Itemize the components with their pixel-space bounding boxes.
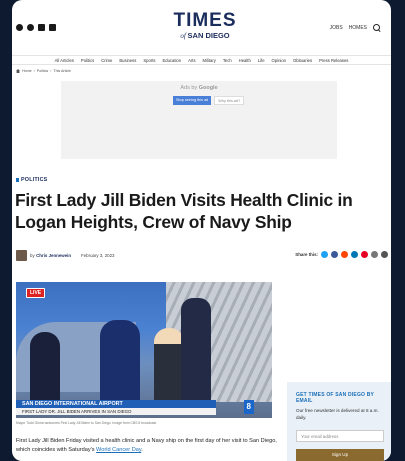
twitter-share-icon[interactable]: [321, 251, 328, 258]
body-text: First Lady Jill Biden Friday visited a h…: [16, 438, 277, 453]
logo-of: of: [180, 32, 186, 40]
email-input[interactable]: Your email address: [296, 430, 384, 442]
nav-item-obituaries[interactable]: Obituaries: [293, 58, 312, 63]
page-frame: TIMES of SAN DIEGO JOBS HOMES All Articl…: [12, 0, 391, 461]
reddit-share-icon[interactable]: [341, 251, 348, 258]
byline-by: by: [30, 252, 35, 258]
nav-item-life[interactable]: Life: [258, 58, 265, 63]
main-nav: All Articles Politics Crime Business Sports E…: [12, 55, 391, 65]
lower-third-title: SAN DIEGO INTERNATIONAL AIRPORT: [16, 400, 216, 408]
social-links: [16, 24, 56, 31]
article-photo[interactable]: LIVE SAN DIEGO INTERNATIONAL AIRPORT FIR…: [16, 282, 272, 418]
rss-icon[interactable]: [49, 24, 56, 31]
why-ad-button[interactable]: Why this ad?: [214, 96, 245, 105]
nav-item-health[interactable]: Health: [239, 58, 251, 63]
newsletter-heading: GET TIMES OF SAN DIEGO BY EMAIL: [296, 392, 374, 404]
stop-ad-button[interactable]: Stop seeing this ad: [173, 96, 212, 105]
twitter-icon[interactable]: [27, 24, 34, 31]
newsletter-text: Our free newsletter is delivered at 8 a.…: [296, 408, 379, 420]
site-header: TIMES of SAN DIEGO JOBS HOMES: [12, 0, 391, 48]
ad-title: Ads by Google: [61, 85, 337, 91]
site-logo[interactable]: TIMES: [167, 10, 243, 32]
nav-item-sports[interactable]: Sports: [143, 58, 155, 63]
top-links: JOBS HOMES: [330, 24, 381, 32]
ad-buttons: Stop seeing this ad Why this ad?: [173, 96, 245, 105]
body-end: .: [141, 447, 143, 453]
article-body: First Lady Jill Biden Friday visited a h…: [16, 437, 278, 455]
pinterest-share-icon[interactable]: [361, 251, 368, 258]
facebook-share-icon[interactable]: [331, 251, 338, 258]
nav-item-opinion[interactable]: Opinion: [272, 58, 286, 63]
breadcrumb-home[interactable]: Home: [22, 69, 32, 73]
person-figure: [181, 298, 211, 414]
print-share-icon[interactable]: [381, 251, 388, 258]
breadcrumb-separator: ›: [50, 69, 52, 73]
category-label[interactable]: POLITICS: [16, 177, 47, 183]
publish-date: February 3, 2023: [81, 252, 115, 258]
photo-caption: Mayor Todd Gloria welcomes First Lady Ji…: [16, 421, 157, 425]
ad-prefix: Ads by: [180, 85, 198, 91]
ad-slot: Ads by Google Stop seeing this ad Why th…: [61, 81, 337, 159]
newsletter-box: GET TIMES OF SAN DIEGO BY EMAIL Our free…: [287, 382, 391, 461]
byline: by Chris Jennewein February 3, 2023 Shar…: [16, 249, 388, 261]
nav-item-press-releases[interactable]: Press Releases: [319, 58, 348, 63]
nav-item-arts[interactable]: Arts: [188, 58, 195, 63]
share-bar: Share this:: [295, 251, 388, 258]
category-marker: [16, 178, 19, 182]
search-icon[interactable]: [373, 24, 381, 32]
breadcrumb: Home › Politics › This Article: [16, 69, 71, 73]
share-label: Share this:: [295, 252, 318, 257]
breadcrumb-politics[interactable]: Politics: [37, 69, 48, 73]
jobs-link[interactable]: JOBS: [330, 25, 343, 31]
nav-item-crime[interactable]: Crime: [101, 58, 112, 63]
lower-third-subtitle: FIRST LADY DR. JILL BIDEN ARRIVES IN SAN…: [16, 408, 216, 415]
channel-logo: 8: [243, 400, 254, 414]
live-badge: LIVE: [26, 288, 46, 298]
article-headline: First Lady Jill Biden Visits Health Clin…: [15, 190, 353, 232]
email-share-icon[interactable]: [371, 251, 378, 258]
author-link[interactable]: Chris Jennewein: [36, 253, 71, 258]
nav-item-politics[interactable]: Politics: [81, 58, 94, 63]
breadcrumb-separator: ›: [33, 69, 35, 73]
nav-item-business[interactable]: Business: [119, 58, 136, 63]
category-text: POLITICS: [21, 177, 48, 183]
author-avatar: [16, 249, 27, 261]
signup-button[interactable]: Sign Up: [296, 449, 384, 461]
nav-item-education[interactable]: Education: [162, 58, 181, 63]
ad-brand: Google: [198, 85, 218, 91]
nav-item-military[interactable]: Military: [203, 58, 216, 63]
homes-link[interactable]: HOMES: [349, 25, 367, 31]
nav-item-all-articles[interactable]: All Articles: [55, 58, 74, 63]
facebook-icon[interactable]: [16, 24, 23, 31]
logo-city: SAN DIEGO: [187, 31, 230, 40]
site-logo-sub: of SAN DIEGO: [167, 31, 243, 40]
nav-item-tech[interactable]: Tech: [223, 58, 232, 63]
linkedin-share-icon[interactable]: [351, 251, 358, 258]
breadcrumb-current: This Article: [53, 69, 71, 73]
world-cancer-day-link[interactable]: World Cancer Day: [96, 447, 141, 453]
instagram-icon[interactable]: [38, 24, 45, 31]
home-icon[interactable]: [16, 69, 20, 73]
